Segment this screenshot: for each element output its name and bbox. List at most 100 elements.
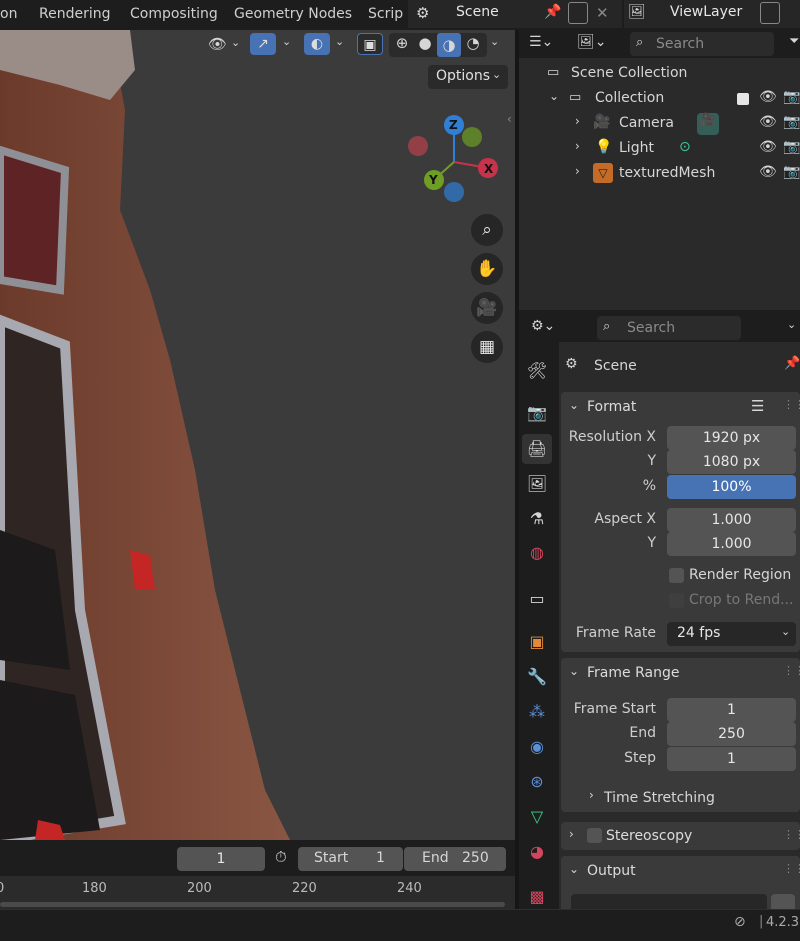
collection-tab-icon[interactable]: ▭ bbox=[522, 584, 552, 614]
pin-icon[interactable]: 📌 bbox=[784, 356, 800, 371]
pin-icon[interactable]: 📌 bbox=[544, 4, 561, 20]
outliner-row-light[interactable]: › 💡 Light ⊙ 👁 📷 bbox=[519, 137, 800, 162]
chevron-right-icon[interactable]: › bbox=[589, 788, 594, 802]
view-layer-tab-icon[interactable]: 🖼 bbox=[522, 469, 552, 499]
properties-search-input[interactable]: ⌕ Search bbox=[597, 316, 741, 340]
chevron-down-icon[interactable]: ⌄ bbox=[282, 35, 291, 48]
outliner-row-textured-mesh[interactable]: › ▽ texturedMesh 👁 📷 bbox=[519, 162, 800, 187]
3d-viewport[interactable]: 👁 ⌄ ↗ ⌄ ◐ ⌄ ▣ ⊕ ● ◑ ◔ ⌄ Options ⌄ Z Y X … bbox=[0, 30, 515, 840]
stopwatch-icon[interactable]: ⏱ bbox=[275, 848, 287, 866]
menu-tab-animation[interactable]: on bbox=[0, 6, 17, 22]
close-icon[interactable]: ✕ bbox=[596, 4, 609, 22]
stereoscopy-checkbox[interactable] bbox=[587, 828, 602, 843]
chevron-down-icon[interactable]: ⌄ bbox=[569, 664, 579, 678]
new-scene-icon[interactable] bbox=[568, 2, 588, 24]
physics-tab-icon[interactable]: ◉ bbox=[522, 732, 552, 762]
output-tab-icon[interactable]: 🖨 bbox=[522, 434, 552, 464]
stereoscopy-panel[interactable]: › Stereoscopy ⋮⋮ bbox=[561, 822, 800, 850]
camera-data-icon[interactable]: 🎥 bbox=[697, 113, 719, 135]
frame-range-title[interactable]: Frame Range bbox=[587, 665, 679, 681]
frame-ruler[interactable]: 0 180 200 220 240 bbox=[0, 876, 515, 909]
camera-render-icon[interactable]: 📷 bbox=[783, 139, 800, 155]
timeline-scrollbar[interactable] bbox=[0, 902, 505, 907]
area-divider[interactable] bbox=[515, 30, 519, 909]
material-tab-icon[interactable]: ◕ bbox=[522, 837, 552, 867]
aspect-y-field[interactable]: 1.000 bbox=[667, 532, 796, 556]
camera-render-icon[interactable]: 📷 bbox=[783, 89, 800, 105]
camera-render-icon[interactable]: 📷 bbox=[783, 114, 800, 130]
frame-step-field[interactable]: 1 bbox=[667, 747, 796, 771]
output-title[interactable]: Output bbox=[587, 863, 636, 879]
solid-shading-icon[interactable]: ● bbox=[414, 34, 436, 56]
menu-tab-rendering[interactable]: Rendering bbox=[39, 6, 111, 22]
scene-selector[interactable]: ⚙ Scene 📌 ✕ bbox=[408, 0, 622, 28]
outliner-display-mode-icon[interactable]: ☰⌄ bbox=[529, 34, 553, 50]
perspective-grid-icon[interactable]: ▦ bbox=[471, 331, 503, 363]
presets-list-icon[interactable]: ☰ bbox=[751, 397, 764, 415]
render-region-checkbox[interactable] bbox=[669, 568, 684, 583]
frame-rate-dropdown[interactable]: 24 fps ⌄ bbox=[667, 622, 796, 646]
network-off-icon[interactable]: ⊘ bbox=[734, 914, 746, 930]
filter-funnel-icon[interactable]: ⏷ bbox=[789, 34, 799, 49]
filter-icon[interactable]: 🖼⌄ bbox=[577, 34, 607, 50]
rendered-shading-icon[interactable]: ◔ bbox=[462, 34, 484, 56]
view-layer-name[interactable]: ViewLayer bbox=[670, 4, 742, 20]
view-layer-selector[interactable]: 🖼 ViewLayer bbox=[624, 0, 800, 28]
outliner-search-input[interactable]: ⌕ Search bbox=[630, 32, 774, 56]
particles-tab-icon[interactable]: ⁂ bbox=[522, 697, 552, 727]
folder-icon[interactable] bbox=[771, 894, 795, 909]
resolution-y-field[interactable]: 1080 px bbox=[667, 450, 796, 474]
options-dropdown[interactable]: Options ⌄ bbox=[428, 65, 508, 89]
eye-icon[interactable]: 👁 bbox=[759, 164, 777, 180]
chevron-right-icon[interactable]: › bbox=[575, 114, 580, 128]
eye-icon[interactable]: 👁 bbox=[759, 89, 777, 105]
overlay-toggle-button[interactable]: ◐ bbox=[304, 33, 330, 55]
chevron-right-icon[interactable]: › bbox=[575, 164, 580, 178]
new-view-layer-icon[interactable] bbox=[760, 2, 780, 24]
current-frame-field[interactable]: 1 bbox=[177, 847, 265, 871]
outliner-row-scene-collection[interactable]: ▭ Scene Collection bbox=[519, 62, 800, 87]
modifier-wrench-icon[interactable]: 🔧 bbox=[522, 662, 552, 692]
render-region-label[interactable]: Render Region bbox=[689, 567, 791, 583]
light-data-icon[interactable]: ⊙ bbox=[679, 139, 691, 155]
output-path-field[interactable] bbox=[571, 894, 767, 909]
exclude-checkbox[interactable] bbox=[737, 93, 749, 105]
gizmo-toggle-button[interactable]: ↗ bbox=[250, 33, 276, 55]
wireframe-shading-icon[interactable]: ⊕ bbox=[391, 34, 413, 56]
visibility-dropdown[interactable]: 👁 ⌄ bbox=[204, 33, 244, 57]
chevron-right-icon[interactable]: › bbox=[575, 139, 580, 153]
crop-label[interactable]: Crop to Rend... bbox=[689, 592, 793, 608]
outliner-row-collection[interactable]: ⌄ ▭ Collection 👁 📷 bbox=[519, 87, 800, 112]
start-frame-field[interactable]: Start 1 bbox=[298, 847, 403, 871]
menu-tab-scripting[interactable]: Scrip bbox=[368, 6, 403, 22]
drag-handle-icon[interactable]: ⋮⋮ bbox=[783, 664, 800, 677]
editor-type-icon[interactable]: ⚙⌄ bbox=[531, 318, 555, 334]
format-title[interactable]: Format bbox=[587, 399, 636, 415]
chevron-down-icon[interactable]: ⌄ bbox=[549, 89, 559, 103]
constraints-tab-icon[interactable]: ⊛ bbox=[522, 767, 552, 797]
frame-end-field[interactable]: 250 bbox=[667, 722, 796, 746]
scene-name[interactable]: Scene bbox=[456, 4, 499, 20]
render-tab-icon[interactable]: 📷 bbox=[522, 398, 552, 428]
scene-tab-icon[interactable]: ⚗ bbox=[522, 504, 552, 534]
world-tab-icon[interactable]: ◍ bbox=[522, 538, 552, 568]
drag-handle-icon[interactable]: ⋮⋮ bbox=[783, 862, 800, 875]
menu-tab-geometry-nodes[interactable]: Geometry Nodes bbox=[234, 6, 352, 22]
camera-view-icon[interactable]: 🎥 bbox=[471, 292, 503, 324]
outliner-row-camera[interactable]: › 🎥 Camera 🎥 👁 📷 bbox=[519, 112, 800, 137]
end-frame-field[interactable]: End 250 bbox=[404, 847, 506, 871]
chevron-down-icon[interactable]: ⌄ bbox=[569, 862, 579, 876]
object-tab-icon[interactable]: ▣ bbox=[522, 627, 552, 657]
chevron-down-icon[interactable]: ⌄ bbox=[569, 398, 579, 412]
eye-icon[interactable]: 👁 bbox=[759, 139, 777, 155]
eye-icon[interactable]: 👁 bbox=[759, 114, 777, 130]
menu-tab-compositing[interactable]: Compositing bbox=[130, 6, 218, 22]
aspect-x-field[interactable]: 1.000 bbox=[667, 508, 796, 532]
material-shading-icon[interactable]: ◑ bbox=[437, 33, 461, 57]
drag-handle-icon[interactable]: ⋮⋮ bbox=[783, 398, 800, 411]
pan-hand-icon[interactable]: ✋ bbox=[471, 253, 503, 285]
sidebar-toggle-icon[interactable]: ‹ bbox=[507, 112, 512, 126]
frame-start-field[interactable]: 1 bbox=[667, 698, 796, 722]
resolution-x-field[interactable]: 1920 px bbox=[667, 426, 796, 450]
data-tab-icon[interactable]: ▽ bbox=[522, 802, 552, 832]
